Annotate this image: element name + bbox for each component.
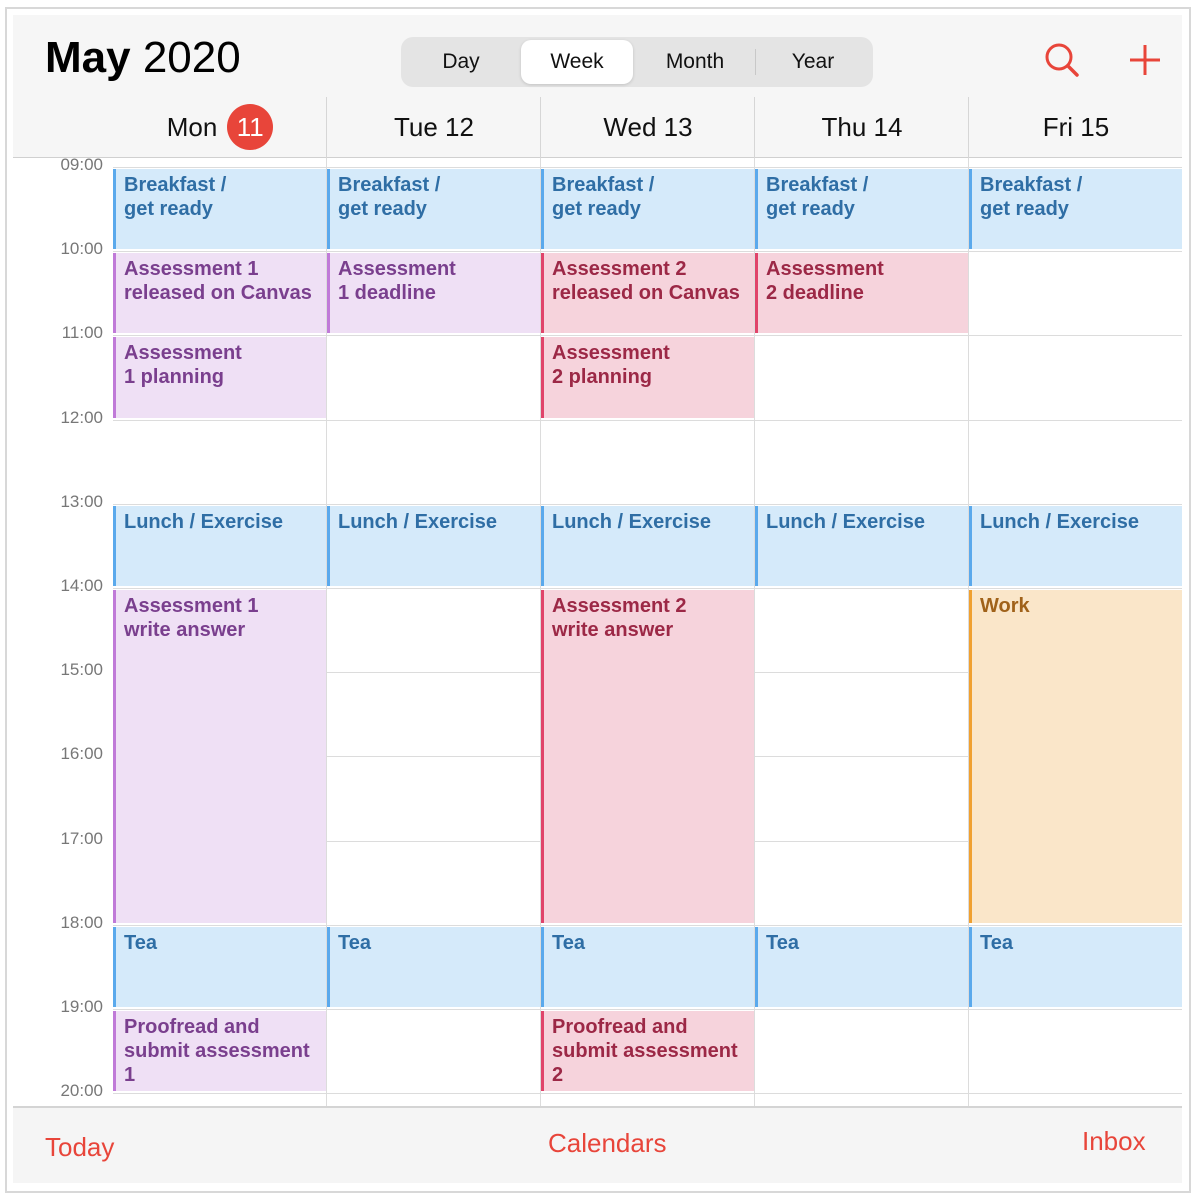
calendar-event[interactable]: Proofread and submit assessment 1 bbox=[113, 1011, 326, 1092]
hour-line bbox=[113, 419, 1182, 421]
hour-label: 09:00 bbox=[60, 155, 103, 174]
hour-line bbox=[113, 335, 1182, 337]
tab-year[interactable]: Year bbox=[757, 40, 869, 84]
calendar-event[interactable]: Assessment 2 write answer bbox=[541, 590, 754, 923]
calendar-event[interactable]: Breakfast / get ready bbox=[113, 169, 326, 250]
hour-label: 12:00 bbox=[60, 407, 103, 427]
calendar-event[interactable]: Assessment 2 planning bbox=[541, 337, 754, 418]
page-title: May 2020 bbox=[45, 33, 241, 83]
calendars-button[interactable]: Calendars bbox=[548, 1128, 667, 1159]
column-divider bbox=[326, 97, 327, 158]
calendar-event[interactable]: Assessment 1 deadline bbox=[327, 253, 540, 334]
hour-label: 10:00 bbox=[60, 239, 103, 259]
calendar-event[interactable]: Tea bbox=[755, 926, 968, 1007]
column-divider bbox=[540, 97, 541, 158]
hour-label: 14:00 bbox=[60, 576, 103, 595]
calendar-event[interactable]: Breakfast / get ready bbox=[327, 169, 540, 250]
today-button[interactable]: Today bbox=[45, 1132, 114, 1163]
tab-day[interactable]: Day bbox=[405, 40, 517, 84]
search-icon[interactable] bbox=[1043, 41, 1083, 81]
title-month: May bbox=[45, 33, 131, 82]
calendar-event[interactable]: Assessment 2 deadline bbox=[755, 253, 968, 334]
hour-label: 19:00 bbox=[60, 997, 103, 1016]
calendar-event[interactable]: Breakfast / get ready bbox=[541, 169, 754, 250]
calendar-event[interactable]: Lunch / Exercise bbox=[327, 505, 540, 586]
hour-label: 15:00 bbox=[60, 660, 103, 680]
day-header-wed[interactable]: Wed 13 bbox=[541, 97, 755, 158]
hour-line bbox=[113, 588, 1182, 589]
calendar-event[interactable]: Lunch / Exercise bbox=[113, 505, 326, 586]
segment-divider bbox=[755, 49, 756, 75]
calendar-header: May 2020 Day Week Month Year Mon 11 Tue 1… bbox=[13, 15, 1182, 158]
calendar-event[interactable]: Lunch / Exercise bbox=[755, 505, 968, 586]
today-badge: 11 bbox=[227, 104, 274, 150]
hour-label: 16:00 bbox=[60, 744, 103, 764]
hour-line bbox=[113, 1093, 1182, 1095]
hour-label: 11:00 bbox=[61, 323, 103, 343]
add-icon[interactable] bbox=[1128, 43, 1162, 77]
day-header-mon[interactable]: Mon 11 bbox=[113, 97, 327, 158]
bottom-toolbar: Today Calendars Inbox bbox=[13, 1106, 1182, 1183]
inbox-button[interactable]: Inbox bbox=[1082, 1126, 1146, 1157]
column-divider bbox=[968, 97, 969, 158]
hour-line bbox=[113, 1009, 1182, 1010]
hour-label: 13:00 bbox=[60, 491, 103, 511]
hour-line bbox=[113, 503, 1182, 505]
calendar-event[interactable]: Assessment 1 write answer bbox=[113, 590, 326, 923]
week-grid[interactable]: 09:00 10:00 11:00 12:00 13:00 14:00 15:00 16:00… bbox=[13, 155, 1182, 1106]
calendar-app: May 2020 Day Week Month Year Mon 11 Tue 1… bbox=[13, 15, 1182, 1183]
hour-label: 17:00 bbox=[60, 828, 103, 848]
hour-label: 20:00 bbox=[60, 1081, 103, 1101]
calendar-event[interactable]: Breakfast / get ready bbox=[755, 169, 968, 250]
day-header-thu[interactable]: Thu 14 bbox=[755, 97, 969, 158]
calendar-event[interactable]: Tea bbox=[541, 926, 754, 1007]
calendar-event[interactable]: Lunch / Exercise bbox=[969, 505, 1182, 586]
day-label: Mon bbox=[166, 112, 218, 142]
calendar-event[interactable]: Work bbox=[969, 590, 1182, 923]
view-segmented-control: Day Week Month Year bbox=[401, 37, 873, 87]
calendar-event[interactable]: Assessment 2 released on Canvas bbox=[541, 253, 754, 334]
title-year: 2020 bbox=[142, 33, 241, 82]
hour-line bbox=[113, 251, 1182, 253]
calendar-event[interactable]: Lunch / Exercise bbox=[541, 505, 754, 586]
hour-line bbox=[113, 167, 1182, 168]
calendar-event[interactable]: Proofread and submit assessment 2 bbox=[541, 1011, 754, 1092]
calendar-event[interactable]: Assessment 1 released on Canvas bbox=[113, 253, 326, 334]
column-divider bbox=[754, 97, 755, 158]
calendar-event[interactable]: Tea bbox=[113, 926, 326, 1007]
calendar-event[interactable]: Tea bbox=[327, 926, 540, 1007]
tab-week[interactable]: Week bbox=[521, 40, 633, 84]
calendar-event[interactable]: Assessment 1 planning bbox=[113, 337, 326, 418]
calendar-event[interactable]: Breakfast / get ready bbox=[969, 169, 1182, 250]
tab-month[interactable]: Month bbox=[639, 40, 751, 84]
calendar-event[interactable]: Tea bbox=[969, 926, 1182, 1007]
day-header-tue[interactable]: Tue 12 bbox=[327, 97, 541, 158]
hour-label: 18:00 bbox=[60, 912, 103, 932]
hour-line bbox=[113, 924, 1182, 926]
day-header-fri[interactable]: Fri 15 bbox=[969, 97, 1182, 158]
